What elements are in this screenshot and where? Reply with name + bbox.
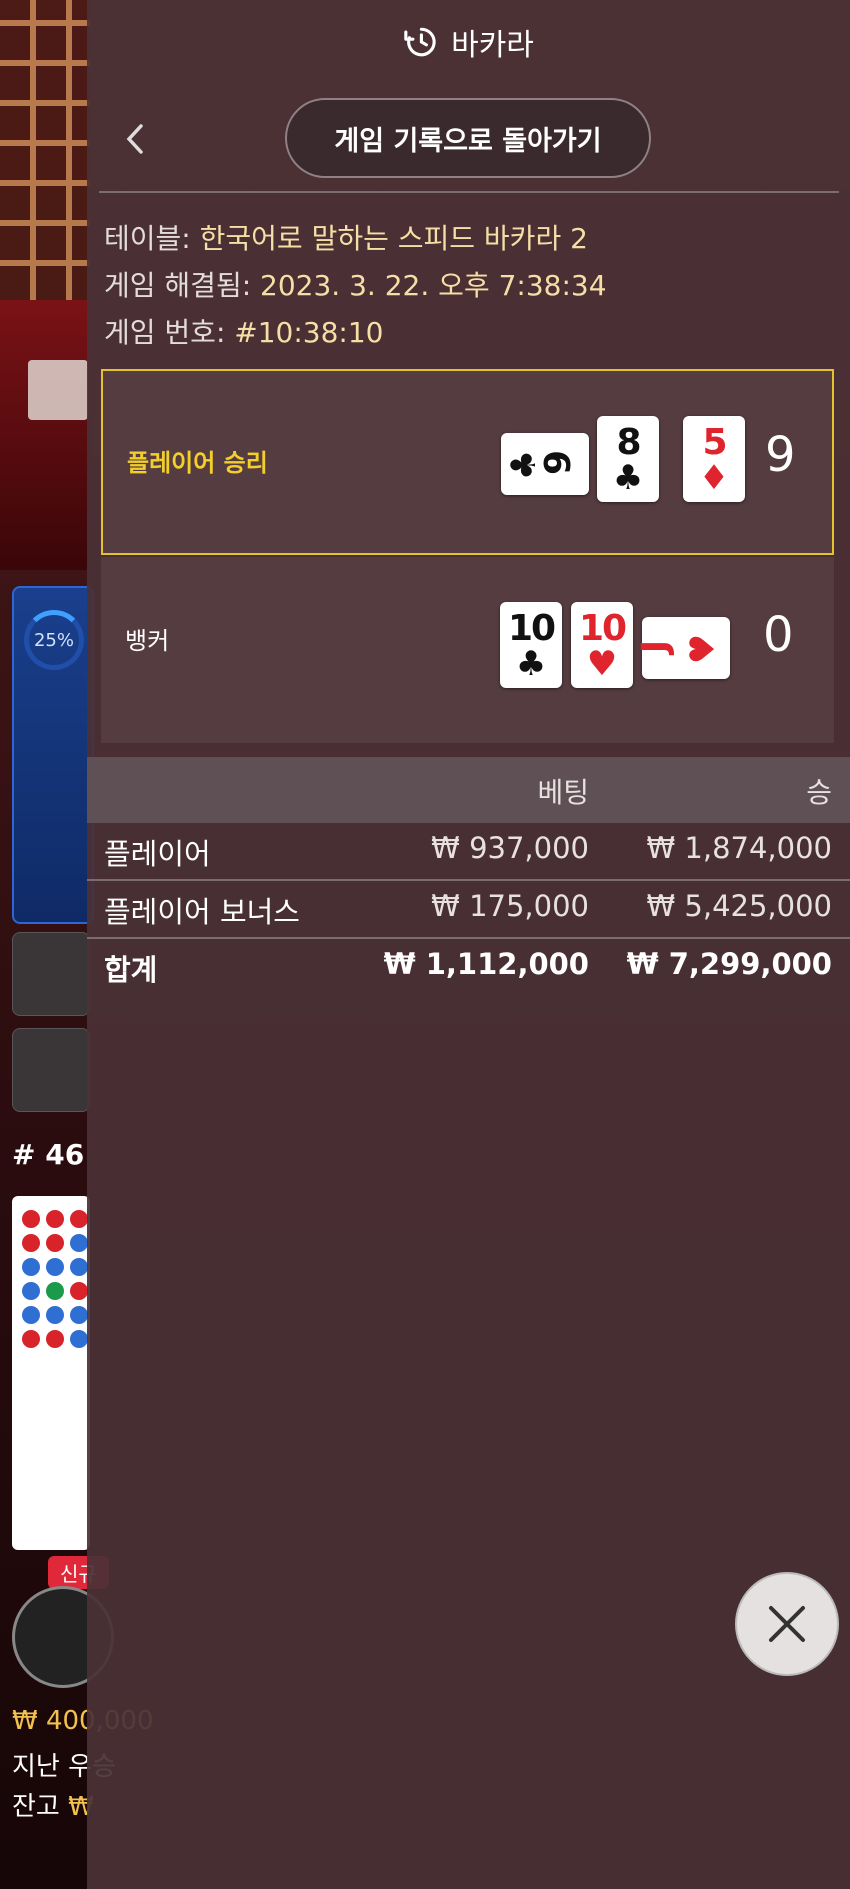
- playing-card: 10 ♣: [500, 602, 562, 688]
- timer-percent: 25%: [33, 629, 74, 651]
- table-row: 플레이어 ₩ 937,000 ₩ 1,874,000: [87, 823, 850, 881]
- roadmap-dot: [70, 1234, 88, 1252]
- lattice-decor: [0, 0, 90, 300]
- roadmap-dot: [70, 1330, 88, 1348]
- column-win: 승: [806, 776, 832, 809]
- roadmap-dot: [46, 1210, 64, 1228]
- playing-card: J ♥: [635, 617, 730, 679]
- banker-hand: 뱅커 10 ♣ 10 ♥ J ♥ 0: [101, 557, 834, 743]
- info-resolved: 게임 해결됨: 2023. 3. 22. 오후 7:38:34: [104, 269, 607, 302]
- bet-option-button[interactable]: [12, 1028, 90, 1112]
- info-table: 테이블: 한국어로 말하는 스피드 바카라 2: [104, 222, 588, 255]
- close-button[interactable]: [735, 1572, 839, 1676]
- back-to-history-button[interactable]: 게임 기록으로 돌아가기: [285, 98, 651, 178]
- bet-option-button[interactable]: [12, 932, 90, 1016]
- roadmap-dot: [70, 1258, 88, 1276]
- card-shoe: [28, 360, 88, 420]
- roadmap-dot: [22, 1234, 40, 1252]
- roadmap-dot: [22, 1258, 40, 1276]
- table-row: 플레이어 보너스 ₩ 175,000 ₩ 5,425,000: [87, 881, 850, 939]
- banker-score: 0: [763, 607, 794, 663]
- dealer-table: [0, 300, 90, 570]
- balance-label: 잔고 ₩: [12, 1792, 94, 1822]
- roadmap-dot: [22, 1330, 40, 1348]
- close-icon: [769, 1606, 805, 1642]
- roadmap-dot: [70, 1306, 88, 1324]
- chevron-left-icon[interactable]: [123, 120, 147, 166]
- roadmap-dot: [22, 1306, 40, 1324]
- banker-result-label: 뱅커: [125, 627, 170, 655]
- timer-ring: 25%: [24, 610, 84, 670]
- history-icon: [404, 27, 436, 57]
- roadmap-dot: [70, 1282, 88, 1300]
- panel-title: 바카라: [451, 28, 534, 63]
- bet-results-table: 베팅 승 플레이어 ₩ 937,000 ₩ 1,874,000 플레이어 보너스…: [87, 757, 850, 995]
- info-game-number: 게임 번호: #10:38:10: [104, 316, 384, 349]
- player-hand: 플레이어 승리 ♣ 9 8 ♣ 5 ♦ 9: [101, 369, 834, 555]
- playing-card: 5 ♦: [683, 416, 745, 502]
- table-total-row: 합계 ₩ 1,112,000 ₩ 7,299,000: [104, 947, 832, 987]
- column-bet: 베팅: [537, 776, 589, 809]
- roadmap-dot: [46, 1258, 64, 1276]
- player-score: 9: [765, 427, 796, 483]
- roadmap-dot: [46, 1234, 64, 1252]
- roadmap-dot: [46, 1330, 64, 1348]
- playing-card: 8 ♣: [597, 416, 659, 502]
- roadmap-dot: [46, 1306, 64, 1324]
- round-number: # 46: [12, 1138, 85, 1171]
- panel-header: 바카라: [87, 0, 850, 84]
- roadmap[interactable]: [12, 1196, 90, 1550]
- table-header: 베팅 승: [87, 757, 850, 823]
- roadmap-dot: [22, 1282, 40, 1300]
- player-result-label: 플레이어 승리: [127, 449, 268, 477]
- divider: [99, 191, 839, 193]
- roadmap-dot: [46, 1282, 64, 1300]
- roadmap-dot: [70, 1210, 88, 1228]
- roadmap-dot: [22, 1210, 40, 1228]
- playing-card: 10 ♥: [571, 602, 633, 688]
- playing-card: ♣ 9: [501, 433, 589, 495]
- game-history-panel: 바카라 게임 기록으로 돌아가기 테이블: 한국어로 말하는 스피드 바카라 2…: [87, 0, 850, 1889]
